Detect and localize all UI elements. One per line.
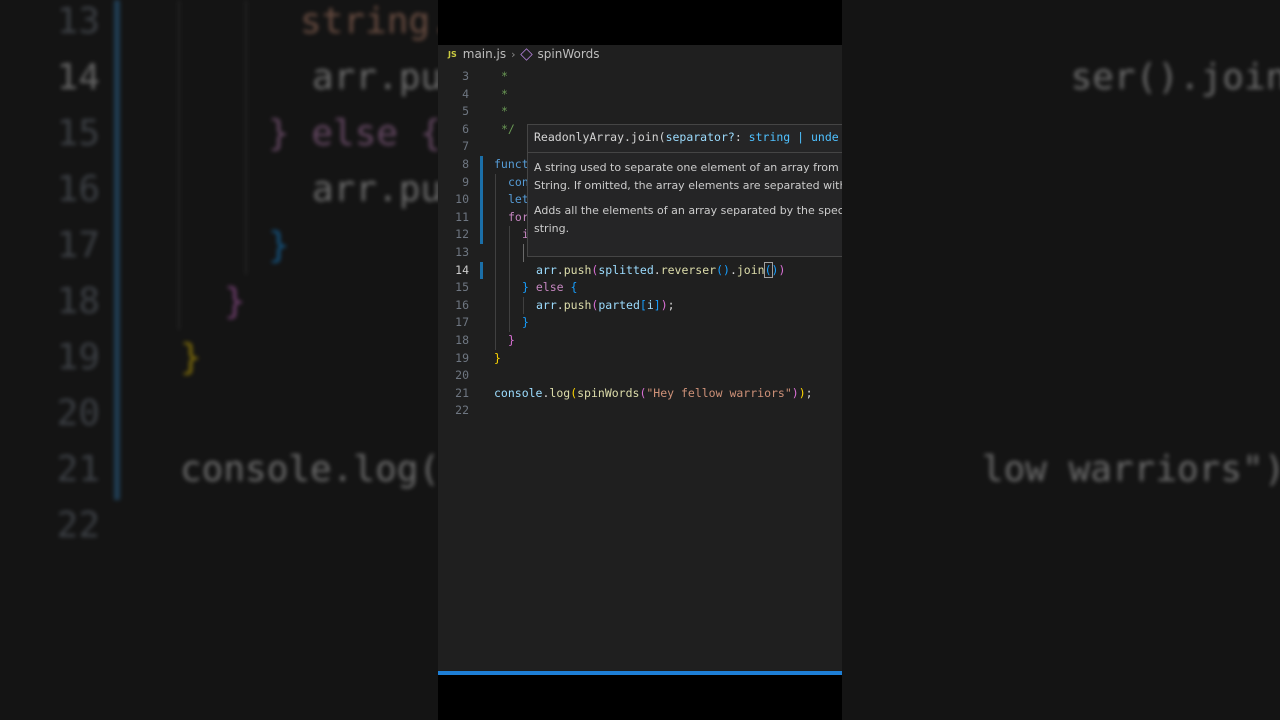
video-panel: JS main.js › spinWords 3 * 4 * 5 * 6 */ 7 8f… (438, 0, 842, 720)
code-line: 3 * (462, 69, 508, 83)
hover-method-doc: Adds all the elements of an array separa… (534, 204, 842, 235)
code-line: 20 (455, 368, 469, 383)
chevron-right-icon: › (511, 47, 516, 61)
signature-param: separator? (665, 130, 735, 144)
js-file-icon: JS (448, 49, 457, 59)
code-line: 21 console.log(spinWords("Hey fellow warr… (455, 385, 813, 400)
code-line: 22 (455, 403, 469, 418)
letterbox-top (438, 0, 842, 45)
hover-signature: ReadonlyArray.join(separator?: string | … (534, 130, 839, 144)
blurred-indent-guide (178, 0, 180, 330)
breadcrumb: JS main.js › spinWords (438, 45, 842, 63)
blurred-code-line: 16 arr.pu (56, 169, 443, 210)
blurred-indent-guide (245, 0, 247, 275)
blurred-code-line: 14arr.pu ser().join()) (56, 57, 1280, 98)
code-line: 19} (455, 350, 501, 365)
signature-colon: : (734, 130, 749, 144)
hover-divider (528, 152, 842, 153)
signature-type: string | unde (748, 130, 839, 144)
hover-docs: A string used to separate one element of… (534, 159, 842, 245)
code-line: 5 * (462, 104, 508, 119)
hover-tooltip: ReadonlyArray.join(separator?: string | … (527, 124, 842, 257)
blurred-code-line: 17} (56, 225, 290, 266)
blurred-code-line: 15} else { (56, 113, 442, 154)
method-cube-icon (519, 47, 533, 61)
blurred-code-line: 18} (56, 281, 246, 322)
blurred-code-line: 13 string. (56, 1, 452, 42)
code-line: 4 * (462, 86, 508, 101)
breadcrumb-file[interactable]: main.js (463, 47, 506, 61)
blurred-code-line: 19} (56, 337, 202, 378)
hover-param-doc: A string used to separate one element of… (534, 161, 842, 192)
code-line: 16 arr.push(parted[i]); (455, 297, 675, 312)
code-line: 17} (455, 315, 529, 330)
signature-name: ReadonlyArray.join( (534, 130, 666, 144)
code-line: 18} (455, 332, 515, 347)
blurred-code-line: 22 (56, 505, 100, 546)
blurred-code-line: 20 (56, 393, 100, 434)
code-line: 15} else { (455, 280, 578, 295)
breadcrumb-symbol[interactable]: spinWords (538, 47, 600, 61)
letterbox-bottom (438, 675, 842, 720)
blurred-code-line: 21console.log( low warriors")); (56, 449, 1280, 490)
code-line-active: 14 arr.push(splitted.reverser().join()) (455, 261, 786, 278)
